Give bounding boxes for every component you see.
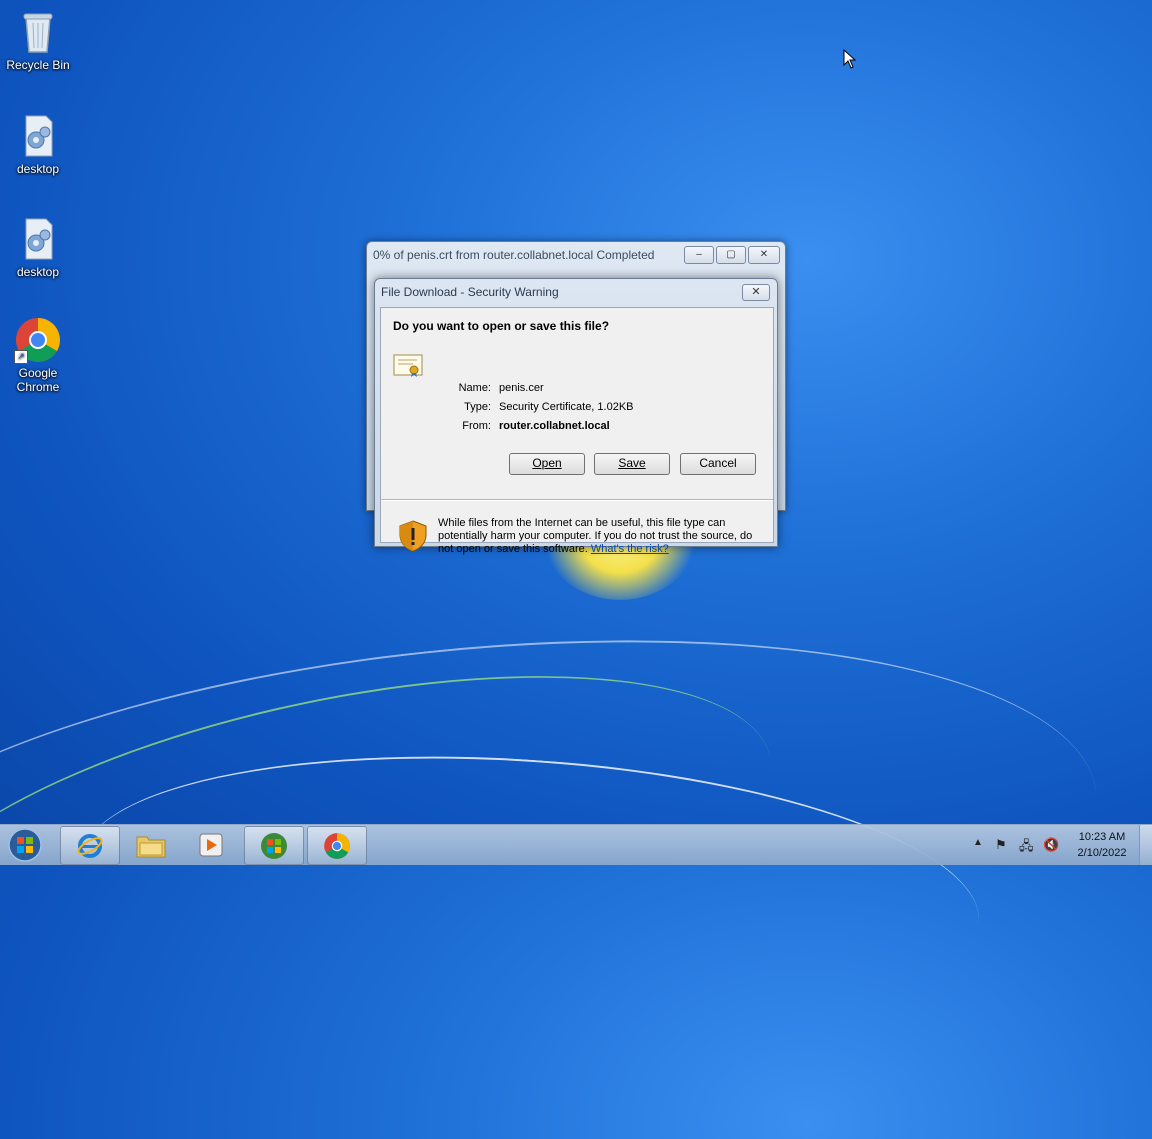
desktop-icon-google-chrome[interactable]: ↗ Google Chrome — [0, 316, 76, 394]
dialog-question: Do you want to open or save this file? — [393, 319, 610, 333]
security-shield-icon — [399, 520, 427, 552]
mouse-cursor-icon — [843, 49, 857, 69]
maximize-button[interactable]: ▢ — [716, 246, 746, 264]
internet-explorer-icon — [77, 834, 103, 858]
taskbar-google-chrome[interactable] — [307, 826, 367, 865]
action-center-flag-icon[interactable]: ⚑ — [995, 837, 1007, 853]
shortcut-arrow-icon: ↗ — [14, 350, 28, 364]
system-clock[interactable]: 10:23 AM 2/10/2022 — [1066, 829, 1138, 861]
taskbar-windows-explorer[interactable] — [244, 826, 304, 865]
desktop-icon-desktop-ini[interactable]: desktop — [0, 112, 76, 176]
name-value: penis.cer — [499, 382, 544, 394]
file-download-security-warning-dialog[interactable]: File Download - Security Warning ✕ Do yo… — [374, 278, 778, 555]
close-button[interactable]: ✕ — [748, 246, 780, 264]
file-explorer-icon — [136, 836, 166, 858]
type-label: Type: — [464, 401, 491, 413]
dialog-body: Do you want to open or save this file? N… — [380, 307, 774, 555]
recycle-bin-icon — [14, 8, 62, 56]
certificate-icon — [393, 354, 423, 377]
start-button[interactable] — [4, 827, 46, 863]
clock-date: 2/10/2022 — [1077, 847, 1127, 859]
open-button[interactable]: Open — [509, 453, 585, 475]
media-player-icon — [199, 833, 223, 857]
desktop-icon-label: Google Chrome — [16, 366, 60, 394]
dialog-close-button[interactable]: ✕ — [742, 284, 770, 301]
chrome-icon: ↗ — [14, 316, 62, 364]
taskbar-internet-explorer[interactable] — [60, 826, 120, 865]
config-file-icon — [14, 112, 62, 160]
from-label: From: — [462, 420, 491, 432]
type-value: Security Certificate, 1.02KB — [499, 401, 634, 413]
save-button-label: Save — [618, 456, 646, 470]
taskbar-media-player[interactable] — [182, 826, 240, 863]
window-title: 0% of penis.crt from router.collabnet.lo… — [373, 248, 655, 262]
save-button[interactable]: Save — [594, 453, 670, 475]
warning-message: While files from the Internet can be use… — [438, 517, 764, 556]
dialog-separator — [381, 499, 773, 501]
desktop-icon-label: desktop — [16, 265, 60, 279]
desktop-icon-recycle-bin[interactable]: Recycle Bin — [0, 8, 76, 72]
show-desktop-button[interactable] — [1139, 825, 1152, 865]
config-file-icon — [14, 215, 62, 263]
desktop-icon-desktop-ini[interactable]: desktop — [0, 215, 76, 279]
taskbar-file-explorer[interactable] — [121, 826, 179, 863]
volume-muted-icon[interactable]: 🔇 — [1043, 837, 1059, 853]
taskbar: ▲ ⚑ 🖧 🔇 10:23 AM 2/10/2022 — [0, 824, 1152, 865]
whats-the-risk-link[interactable]: What's the risk? — [591, 543, 669, 555]
windows-logo-icon — [261, 833, 287, 859]
show-hidden-icons-chevron-icon[interactable]: ▲ — [973, 837, 983, 848]
name-label: Name: — [458, 382, 491, 394]
cancel-button[interactable]: Cancel — [680, 453, 756, 475]
from-value: router.collabnet.local — [499, 420, 610, 432]
clock-time: 10:23 AM — [1078, 831, 1126, 843]
desktop-icon-label: Recycle Bin — [6, 58, 70, 72]
open-button-label: Open — [532, 456, 562, 470]
dialog-title: File Download - Security Warning — [381, 285, 559, 299]
minimize-button[interactable]: – — [684, 246, 714, 264]
network-icon[interactable]: 🖧 — [1019, 837, 1034, 859]
chrome-icon — [324, 833, 350, 859]
desktop-icon-label: desktop — [16, 162, 60, 176]
